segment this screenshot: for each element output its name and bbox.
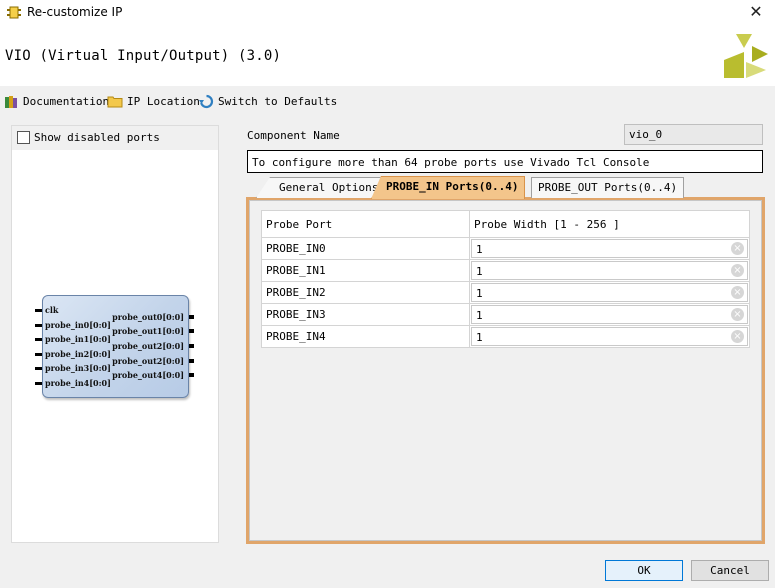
component-name-label: Component Name bbox=[247, 129, 340, 142]
refresh-icon bbox=[199, 94, 214, 108]
probe-width-input[interactable]: 1 × bbox=[471, 261, 748, 280]
port-probe-out2: probe_out2[0:0] bbox=[112, 341, 184, 351]
probe-width-input[interactable]: 1 × bbox=[471, 305, 748, 324]
probe-table: Probe Port Probe Width [1 - 256 ] PROBE_… bbox=[261, 210, 750, 348]
switch-defaults-label: Switch to Defaults bbox=[218, 94, 338, 108]
pin-probe-out3 bbox=[189, 359, 194, 363]
tab-general-options[interactable]: General Options bbox=[256, 177, 386, 198]
ip-chip-icon bbox=[7, 6, 21, 19]
switch-defaults-button[interactable]: Switch to Defaults bbox=[199, 92, 337, 110]
clear-icon[interactable]: × bbox=[731, 330, 744, 343]
pin-clk bbox=[35, 309, 42, 312]
port-probe-in1: probe_in1[0:0] bbox=[45, 334, 111, 344]
probe-width-input[interactable]: 1 × bbox=[471, 239, 748, 258]
checkbox-box[interactable] bbox=[17, 131, 30, 144]
probe-width-input[interactable]: 1 × bbox=[471, 283, 748, 302]
clear-icon[interactable]: × bbox=[731, 308, 744, 321]
probe-width-value: 1 bbox=[476, 265, 483, 278]
tab-probe-out-ports[interactable]: PROBE_OUT Ports(0..4) bbox=[531, 177, 685, 198]
probe-width-value: 1 bbox=[476, 309, 483, 322]
pin-probe-out1 bbox=[189, 329, 194, 333]
tcl-console-info: To configure more than 64 probe ports us… bbox=[247, 150, 763, 173]
probe-width-value: 1 bbox=[476, 287, 483, 300]
probe-width-input[interactable]: 1 × bbox=[471, 327, 748, 346]
probe-width-value: 1 bbox=[476, 243, 483, 256]
close-icon[interactable]: ✕ bbox=[745, 2, 767, 24]
books-icon bbox=[5, 95, 17, 108]
clear-icon[interactable]: × bbox=[731, 264, 744, 277]
port-probe-out4: probe_out4[0:0] bbox=[112, 370, 184, 380]
pin-probe-in2 bbox=[35, 353, 42, 356]
pin-probe-in3 bbox=[35, 367, 42, 370]
pin-probe-in4 bbox=[35, 382, 42, 385]
port-probe-in4: probe_in4[0:0] bbox=[45, 378, 111, 388]
pin-probe-out0 bbox=[189, 315, 194, 319]
table-row: PROBE_IN0 1 × bbox=[261, 237, 750, 260]
header-probe-width: Probe Width [1 - 256 ] bbox=[469, 210, 750, 238]
port-probe-out3: probe_out2[0:0] bbox=[112, 356, 184, 366]
title-bar: Re-customize IP ✕ bbox=[0, 0, 775, 26]
probe-port-name: PROBE_IN1 bbox=[261, 259, 470, 282]
probe-port-name: PROBE_IN4 bbox=[261, 325, 470, 348]
probe-port-name: PROBE_IN3 bbox=[261, 303, 470, 326]
documentation-label: Documentation bbox=[23, 94, 110, 108]
port-probe-out0: probe_out0[0:0] bbox=[112, 312, 184, 322]
ip-location-label: IP Location bbox=[127, 94, 200, 108]
pin-probe-out2 bbox=[189, 344, 194, 348]
tab-probe-in-ports[interactable]: PROBE_IN Ports(0..4) bbox=[371, 176, 526, 199]
documentation-button[interactable]: Documentation bbox=[4, 92, 109, 110]
pin-probe-in0 bbox=[35, 324, 42, 327]
port-probe-out1: probe_out1[0:0] bbox=[112, 326, 184, 336]
ip-title: VIO (Virtual Input/Output) (3.0) bbox=[5, 48, 282, 64]
port-probe-in3: probe_in3[0:0] bbox=[45, 363, 111, 373]
port-probe-in0: probe_in0[0:0] bbox=[45, 320, 111, 330]
table-row: PROBE_IN2 1 × bbox=[261, 281, 750, 304]
show-disabled-label: Show disabled ports bbox=[34, 131, 160, 144]
port-probe-in2: probe_in2[0:0] bbox=[45, 349, 111, 359]
table-row: PROBE_IN1 1 × bbox=[261, 259, 750, 282]
clear-icon[interactable]: × bbox=[731, 286, 744, 299]
table-header-row: Probe Port Probe Width [1 - 256 ] bbox=[261, 210, 750, 238]
cancel-button[interactable]: Cancel bbox=[691, 560, 769, 581]
table-row: PROBE_IN3 1 × bbox=[261, 303, 750, 326]
probe-width-value: 1 bbox=[476, 331, 483, 344]
port-clk: clk bbox=[45, 305, 59, 315]
pin-probe-in1 bbox=[35, 338, 42, 341]
ip-header: VIO (Virtual Input/Output) (3.0) bbox=[0, 26, 775, 86]
clear-icon[interactable]: × bbox=[731, 242, 744, 255]
toolbar: Documentation IP Location Switch to Defa… bbox=[0, 86, 775, 114]
window-title: Re-customize IP bbox=[27, 5, 123, 19]
probe-port-name: PROBE_IN0 bbox=[261, 237, 470, 260]
ip-location-button[interactable]: IP Location bbox=[107, 92, 200, 110]
ok-button[interactable]: OK bbox=[605, 560, 683, 581]
pin-probe-out4 bbox=[189, 373, 194, 377]
probe-port-name: PROBE_IN2 bbox=[261, 281, 470, 304]
folder-icon bbox=[107, 96, 123, 108]
header-probe-port: Probe Port bbox=[261, 210, 470, 238]
vio-block-symbol: clk probe_in0[0:0] probe_in1[0:0] probe_… bbox=[42, 295, 189, 398]
component-name-field: vio_0 bbox=[624, 124, 763, 145]
xilinx-logo-icon bbox=[724, 34, 768, 78]
table-row: PROBE_IN4 1 × bbox=[261, 325, 750, 348]
show-disabled-checkbox[interactable]: Show disabled ports bbox=[17, 131, 160, 144]
